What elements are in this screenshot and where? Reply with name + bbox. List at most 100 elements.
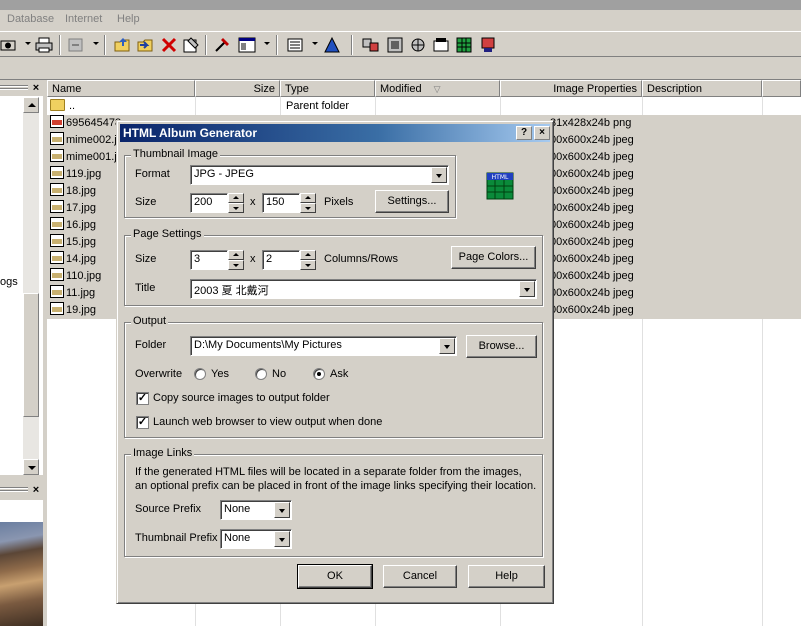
columns-spinner[interactable] <box>228 250 244 270</box>
thumb-width-input[interactable]: 200 <box>190 193 228 213</box>
jpeg-file-icon <box>50 234 64 247</box>
details-view-icon[interactable] <box>286 36 304 54</box>
pane-grip[interactable] <box>0 88 28 90</box>
browse-button[interactable]: Browse... <box>466 335 537 358</box>
list-item-image-properties: 00x600x24b jpeg <box>550 236 634 248</box>
ok-button[interactable]: OK <box>297 564 373 589</box>
output-group: Output Folder D:\My Documents\My Picture… <box>124 315 543 438</box>
spin-down-icon[interactable] <box>300 260 316 270</box>
list-item-image-properties: 31x428x24b png <box>550 117 632 129</box>
list-item-image-properties: 00x600x24b jpeg <box>550 185 634 197</box>
chevron-down-icon[interactable] <box>274 531 290 547</box>
jpeg-file-icon <box>50 149 64 162</box>
rows-input[interactable]: 2 <box>262 250 300 270</box>
cancel-button[interactable]: Cancel <box>383 565 457 588</box>
spin-up-icon[interactable] <box>300 250 316 260</box>
source-prefix-select[interactable]: None <box>220 500 292 520</box>
help-icon[interactable]: ? <box>516 126 532 140</box>
dialog-titlebar[interactable]: HTML Album Generator ? × <box>120 124 550 142</box>
html-icon[interactable] <box>479 36 497 54</box>
grid-icon[interactable] <box>455 36 473 54</box>
pane-grip[interactable] <box>0 85 28 87</box>
spin-up-icon[interactable] <box>228 250 244 260</box>
pane-grip[interactable] <box>0 487 28 489</box>
copy-to-icon[interactable] <box>113 36 131 54</box>
view-dropdown-icon[interactable] <box>264 42 270 45</box>
email-icon[interactable] <box>432 36 450 54</box>
overwrite-ask-radio[interactable] <box>313 368 325 380</box>
copy-images-checkbox[interactable]: ✓ <box>136 392 149 405</box>
column-header-name[interactable]: Name <box>47 80 195 97</box>
menu-bar: Database Internet Help <box>0 10 801 29</box>
page-colors-button[interactable]: Page Colors... <box>451 246 536 269</box>
chevron-down-icon[interactable] <box>519 281 535 297</box>
group-title: Page Settings <box>131 228 204 240</box>
overwrite-yes-label[interactable]: Yes <box>211 368 229 380</box>
spin-up-icon[interactable] <box>228 193 244 203</box>
printer-icon[interactable] <box>35 36 53 54</box>
reload-icon[interactable] <box>67 36 85 54</box>
thumb-size-label: Size <box>135 196 157 208</box>
column-header-description[interactable]: Description <box>642 80 762 97</box>
reload-dropdown-icon[interactable] <box>93 42 99 45</box>
column-header-modified[interactable]: Modified ▽ <box>375 80 500 97</box>
overwrite-yes-radio[interactable] <box>194 368 206 380</box>
spin-up-icon[interactable] <box>300 193 316 203</box>
chevron-down-icon[interactable] <box>274 502 290 518</box>
view-icon[interactable] <box>238 36 256 54</box>
columns-input[interactable]: 3 <box>190 250 228 270</box>
menu-help[interactable]: Help <box>117 13 140 25</box>
delete-icon[interactable] <box>160 36 178 54</box>
list-item-parent-folder[interactable]: .. Parent folder <box>47 98 801 115</box>
properties-icon[interactable] <box>182 36 200 54</box>
close-icon[interactable]: × <box>31 485 41 496</box>
overwrite-no-radio[interactable] <box>255 368 267 380</box>
move-to-icon[interactable] <box>136 36 154 54</box>
chevron-down-icon[interactable] <box>439 338 455 354</box>
thumb-height-input[interactable]: 150 <box>262 193 300 213</box>
help-button[interactable]: Help <box>468 565 545 588</box>
menu-internet[interactable]: Internet <box>65 13 102 25</box>
close-icon[interactable]: × <box>31 83 41 94</box>
scroll-up-icon[interactable] <box>23 97 39 113</box>
connect-icon[interactable] <box>0 36 18 54</box>
column-header-type[interactable]: Type <box>280 80 375 97</box>
launch-browser-checkbox[interactable]: ✓ <box>136 416 149 429</box>
jpeg-file-icon <box>50 183 64 196</box>
wallpaper-icon[interactable] <box>409 36 427 54</box>
menu-database[interactable]: Database <box>7 13 54 25</box>
window-top-strip <box>0 0 801 10</box>
chevron-down-icon[interactable] <box>431 167 447 183</box>
title-input[interactable]: 2003 夏 北戴河 <box>190 279 537 299</box>
spin-down-icon[interactable] <box>228 203 244 213</box>
connect-dropdown-icon[interactable] <box>25 42 31 45</box>
close-icon[interactable]: × <box>534 126 550 140</box>
format-select[interactable]: JPG - JPEG <box>190 165 449 185</box>
column-header-image-properties[interactable]: Image Properties <box>500 80 642 97</box>
spin-down-icon[interactable] <box>300 203 316 213</box>
scroll-down-icon[interactable] <box>23 459 39 475</box>
thumb-height-spinner[interactable] <box>300 193 316 213</box>
output-folder-input[interactable]: D:\My Documents\My Pictures <box>190 336 457 356</box>
toolbar-separator <box>276 35 278 55</box>
settings-button[interactable]: Settings... <box>375 190 449 213</box>
copy-images-label[interactable]: Copy source images to output folder <box>153 392 330 404</box>
filter-icon[interactable] <box>323 36 341 54</box>
overwrite-ask-label[interactable]: Ask <box>330 368 348 380</box>
scroll-thumb[interactable] <box>23 293 39 417</box>
tree-scrollbar[interactable] <box>23 97 39 475</box>
pane-grip[interactable] <box>0 490 28 492</box>
thumbnail-prefix-select[interactable]: None <box>220 529 292 549</box>
tree-item[interactable]: ogs <box>0 276 18 288</box>
launch-browser-label[interactable]: Launch web browser to view output when d… <box>153 416 382 428</box>
column-header-size[interactable]: Size <box>195 80 280 97</box>
rows-spinner[interactable] <box>300 250 316 270</box>
page-size-label: Size <box>135 253 157 265</box>
edit-icon[interactable] <box>386 36 404 54</box>
details-dropdown-icon[interactable] <box>312 42 318 45</box>
slideshow-icon[interactable] <box>362 36 380 54</box>
overwrite-no-label[interactable]: No <box>272 368 286 380</box>
tools-icon[interactable] <box>213 36 231 54</box>
spin-down-icon[interactable] <box>228 260 244 270</box>
thumb-width-spinner[interactable] <box>228 193 244 213</box>
